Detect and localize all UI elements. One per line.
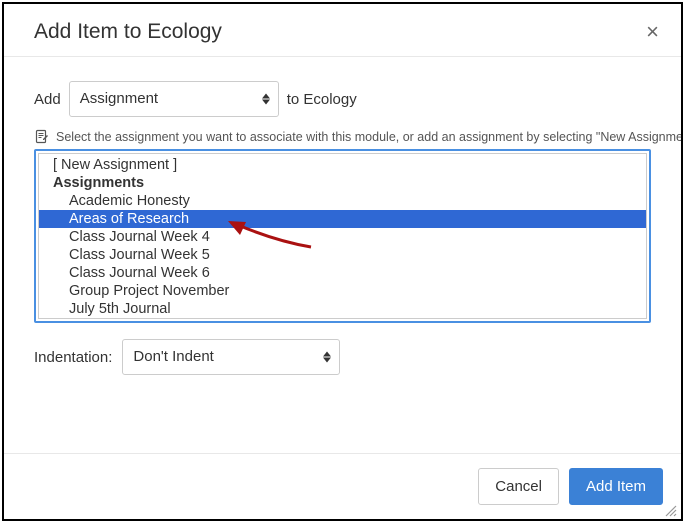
modal-body: Add Assignment to Ecology Select the as <box>4 57 681 453</box>
hint-text: Select the assignment you want to associ… <box>56 130 681 144</box>
assignment-listbox-wrap: [ New Assignment ]AssignmentsAcademic Ho… <box>34 149 651 323</box>
list-item[interactable]: Academic Honesty <box>39 192 646 210</box>
item-type-value: Assignment <box>70 82 278 116</box>
list-item[interactable]: Class Journal Week 4 <box>39 228 646 246</box>
close-icon[interactable]: × <box>646 21 659 43</box>
modal-footer: Cancel Add Item <box>4 453 681 519</box>
chevron-updown-icon <box>262 94 270 105</box>
document-edit-icon <box>34 129 50 145</box>
modal-header: Add Item to Ecology × <box>4 4 681 57</box>
hint-row: Select the assignment you want to associ… <box>34 129 651 145</box>
indentation-select[interactable]: Don't Indent <box>122 339 340 375</box>
list-item[interactable]: [ New Assignment ] <box>39 156 646 174</box>
list-item[interactable]: Group Project November <box>39 282 646 300</box>
chevron-updown-icon <box>323 352 331 363</box>
list-item[interactable]: Assignments <box>39 174 646 192</box>
item-type-select[interactable]: Assignment <box>69 81 279 117</box>
indentation-label: Indentation: <box>34 349 112 366</box>
list-item[interactable]: Class Journal Week 6 <box>39 264 646 282</box>
add-suffix-label: to Ecology <box>287 91 357 108</box>
modal-title: Add Item to Ecology <box>34 20 222 44</box>
resize-grip-icon[interactable] <box>663 503 677 517</box>
cancel-button[interactable]: Cancel <box>478 468 559 505</box>
add-item-button[interactable]: Add Item <box>569 468 663 505</box>
assignment-listbox[interactable]: [ New Assignment ]AssignmentsAcademic Ho… <box>38 153 647 319</box>
add-item-modal: Add Item to Ecology × Add Assignment to … <box>2 2 683 521</box>
indentation-row: Indentation: Don't Indent <box>34 339 651 375</box>
add-type-row: Add Assignment to Ecology <box>34 81 651 117</box>
list-item[interactable]: July 5th Journal <box>39 300 646 318</box>
indentation-value: Don't Indent <box>123 340 339 374</box>
list-item[interactable]: Class Journal Week 5 <box>39 246 646 264</box>
list-item[interactable]: Areas of Research <box>39 210 646 228</box>
add-prefix-label: Add <box>34 91 61 108</box>
